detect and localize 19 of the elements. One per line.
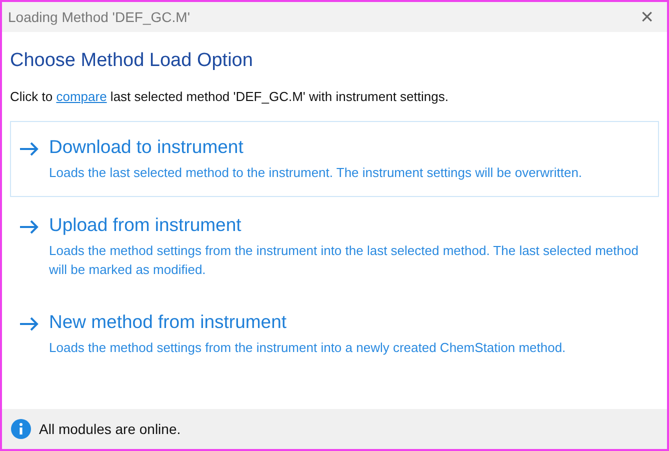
dialog-heading: Choose Method Load Option xyxy=(10,50,254,72)
option-description: Loads the last selected method to the instrument. The instrument settings will be overwritten. xyxy=(49,164,582,182)
option-title: Download to instrument xyxy=(49,136,244,158)
load-option[interactable]: New method from instrument Loads the method settings from the instrument into a newly created ChemStation method. xyxy=(10,296,659,371)
arrow-icon xyxy=(19,142,39,156)
option-description: Loads the method settings from the instrument into the last selected method. The last selected method will be marked as modified. xyxy=(49,242,639,279)
option-description: Loads the method settings from the instrument into a newly created ChemStation method. xyxy=(49,338,566,357)
info-icon xyxy=(11,419,31,439)
load-option[interactable]: Download to instrument Loads the last selected method to the instrument. The instrument settings will be overwritten. xyxy=(10,121,659,196)
load-option[interactable]: Upload from instrument Loads the method settings from the instrument into the last selected method. The last selected method will be marked as modified. xyxy=(10,198,659,294)
window-title: Loading Method 'DEF_GC.M' xyxy=(8,9,190,25)
option-title: Upload from instrument xyxy=(49,214,242,236)
intro-text: Click to compare last selected method 'DEF_GC.M' with instrument settings. xyxy=(10,89,450,104)
status-message: All modules are online. xyxy=(39,421,181,437)
compare-link[interactable]: compare xyxy=(56,89,107,104)
close-button[interactable]: × xyxy=(627,2,667,32)
arrow-icon xyxy=(19,316,39,330)
arrow-icon xyxy=(19,220,39,234)
option-title: New method from instrument xyxy=(49,310,288,332)
